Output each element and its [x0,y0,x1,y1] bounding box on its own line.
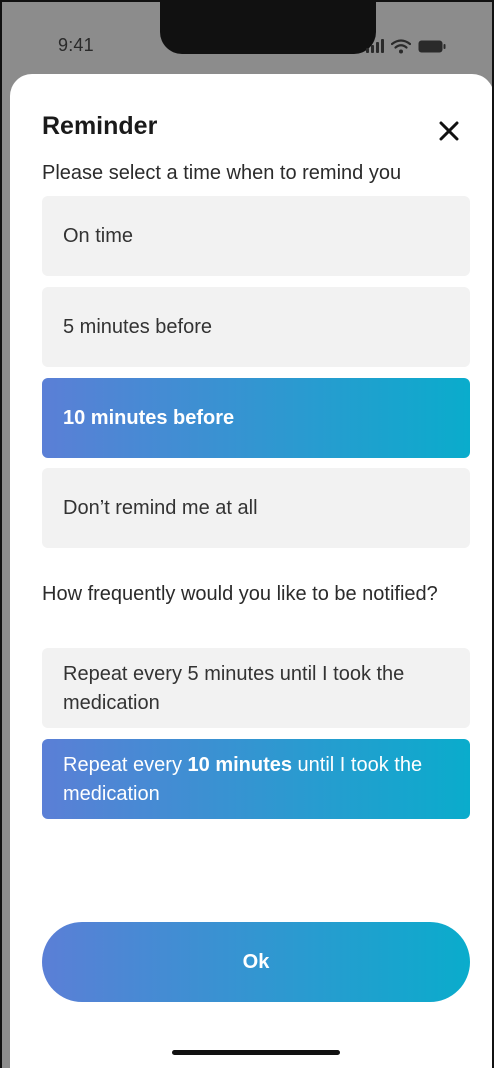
option-on-time[interactable]: On time [42,196,470,276]
repeat-5-minutes-option[interactable]: Repeat every 5 minutes until I took the … [42,648,470,728]
repeat-label: Repeat every 5 minutes until I took the … [63,663,405,714]
repeat-10-minutes-option[interactable]: Repeat every 10 minutes until I took the… [42,739,470,819]
frequency-question: How frequently would you like to be noti… [42,583,438,605]
signal-icon [366,39,384,53]
option-10-minutes-before[interactable]: 10 minutes before [42,378,470,458]
sheet-title: Reminder [42,112,158,140]
phone-frame: 9:41 Reminder Please select a time when … [0,0,494,1068]
close-icon [439,121,459,141]
ok-label: Ok [242,950,270,973]
repeat-label-start: Repeat every [63,754,188,776]
close-button[interactable] [432,114,466,148]
option-label: 5 minutes before [63,315,212,338]
option-label: 10 minutes before [63,406,235,429]
reminder-sheet: Reminder Please select a time when to re… [10,74,492,1068]
ok-button[interactable]: Ok [42,922,470,1002]
option-dont-remind[interactable]: Don’t remind me at all [42,468,470,548]
option-label: On time [63,224,134,247]
option-5-minutes-before[interactable]: 5 minutes before [42,287,470,367]
sheet-subtitle: Please select a time when to remind you [42,162,402,184]
repeat-label-bold: 10 minutes [187,754,292,776]
notch [160,2,376,54]
home-indicator [172,1050,340,1055]
status-icons [366,36,446,56]
battery-icon [418,40,446,53]
option-label: Don’t remind me at all [63,496,258,519]
status-time: 9:41 [58,35,94,55]
wifi-icon [391,38,411,54]
